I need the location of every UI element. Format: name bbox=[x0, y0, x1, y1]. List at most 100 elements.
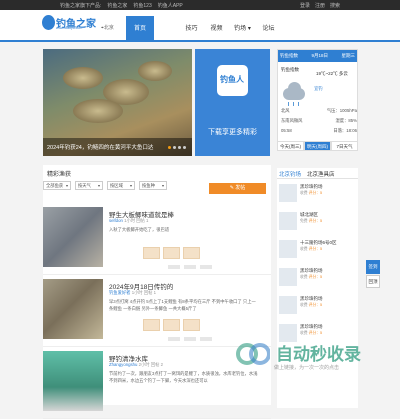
slider-caption[interactable]: 2024年钓获24，钓鲢四的在黄河平大鱼口达 bbox=[47, 143, 153, 151]
slider-dot[interactable] bbox=[168, 146, 171, 149]
post-time: 2小时 bbox=[138, 362, 150, 367]
weather-row-value: 湿度：85% bbox=[335, 118, 358, 123]
post-image[interactable] bbox=[163, 247, 180, 259]
post-item[interactable]: 野生大板鲫味道就是棒 selfdon 1小时 回帖 1 入秋了大板鲫开始吃了，很… bbox=[43, 205, 271, 275]
spot-name[interactable]: 黑珍珠钓场 bbox=[300, 268, 323, 274]
back-to-top-button[interactable]: 回顶 bbox=[366, 275, 380, 288]
watermark: 自动秒收录 做上链接，为一次一次的点击 bbox=[236, 337, 386, 377]
weather-row-key: 05:58 bbox=[281, 128, 292, 133]
post-excerpt: 入秋了大板鲫开始吃了，很巴适 bbox=[109, 227, 170, 232]
spot-name[interactable]: 黑珍珠钓场 bbox=[300, 184, 323, 190]
post-author[interactable]: selfdon bbox=[109, 218, 123, 223]
post-footer bbox=[168, 337, 212, 341]
nav-tips[interactable]: 技巧 bbox=[179, 16, 204, 40]
post-time: 1小时 bbox=[124, 218, 136, 223]
post-thumbnail[interactable] bbox=[43, 351, 103, 411]
post-meta: Zhangyongshu 2小时 回帖 2 bbox=[109, 362, 163, 368]
filter-species-select[interactable]: 按鱼种 bbox=[139, 181, 167, 190]
topbar-link[interactable]: 钓鱼123 bbox=[133, 2, 151, 9]
spot-name[interactable]: 黑珍珠钓场 bbox=[300, 324, 323, 330]
watermark-logo-icon bbox=[236, 343, 270, 365]
spot-name[interactable]: 十三陵钓场6号0区 bbox=[300, 240, 337, 246]
topbar-link[interactable]: 钓鱼人APP bbox=[158, 2, 183, 9]
post-button[interactable]: ✎ 发帖 bbox=[209, 183, 266, 194]
spot-info: 收费 评分：5 bbox=[300, 247, 322, 252]
post-author[interactable]: 钓鱼爱好者 bbox=[109, 290, 130, 295]
tab-city-shops[interactable]: 北京渔具店 bbox=[307, 170, 335, 178]
spot-score: 评分：5 bbox=[308, 331, 323, 335]
post-thumbnail[interactable] bbox=[43, 279, 103, 339]
post-excerpt: 早3点打窝 4点开钓 5点上了1支鲤鱼 有8条平均在三斤 不到中午收口了 只上一… bbox=[109, 299, 256, 311]
post-image[interactable] bbox=[163, 319, 180, 331]
topbar-link[interactable]: 钓鱼之家 bbox=[107, 2, 127, 9]
post-image[interactable] bbox=[183, 319, 200, 331]
spot-score: 评分：5 bbox=[308, 191, 323, 195]
post-time: 1小时 bbox=[131, 290, 143, 295]
city-spot-item[interactable]: 城北湖区 免费 评分：5 bbox=[279, 210, 357, 236]
location-label: 北京 bbox=[103, 25, 114, 31]
post-image[interactable] bbox=[143, 319, 160, 331]
city-spot-item[interactable]: 十三陵钓场6号0区 收费 评分：5 bbox=[279, 238, 357, 264]
login-link[interactable]: 登录 bbox=[300, 2, 310, 9]
post-image[interactable] bbox=[183, 247, 200, 259]
filter-region-select[interactable]: 按区域 bbox=[107, 181, 135, 190]
city-spot-item[interactable]: 黑珍珠钓场 收费 评分：5 bbox=[279, 182, 357, 208]
nav-videos[interactable]: 视频 bbox=[204, 16, 229, 40]
weather-tab-today[interactable]: 今天(周三) bbox=[277, 141, 304, 151]
spot-fee: 免费 bbox=[300, 219, 308, 223]
site-logo[interactable]: 钓鱼之家 www.diaoyu.com bbox=[42, 15, 96, 33]
logo-domain: www.diaoyu.com bbox=[56, 26, 83, 30]
spot-name[interactable]: 黑珍珠钓场 bbox=[300, 296, 323, 302]
post-footer bbox=[168, 265, 212, 269]
city-spot-item[interactable]: 黑珍珠钓场 收费 评分：5 bbox=[279, 294, 357, 320]
spot-info: 收费 评分：5 bbox=[300, 275, 322, 280]
spot-name[interactable]: 城北湖区 bbox=[300, 212, 318, 218]
register-link[interactable]: 注册 bbox=[315, 2, 325, 9]
weather-row: 05:58 日落：18:06 bbox=[281, 128, 357, 134]
spot-score: 评分：5 bbox=[308, 275, 323, 279]
app-download-ad[interactable]: 钓鱼人 下载享更多精彩 bbox=[195, 49, 270, 156]
weather-row: 北风 气压：1005hPa bbox=[281, 108, 357, 114]
post-author[interactable]: Zhangyongshu bbox=[109, 362, 137, 367]
post-button-label: 发帖 bbox=[235, 185, 246, 191]
nav-forum[interactable]: 论坛 bbox=[256, 16, 281, 40]
watermark-text: 自动秒收录 bbox=[276, 345, 361, 364]
slider-dot[interactable] bbox=[178, 146, 181, 149]
weather-tab-tomorrow[interactable]: 明天(周四) bbox=[304, 141, 331, 151]
slider-caption-bar: 2024年钓获24，钓鲢四的在黄河平大鱼口达 bbox=[43, 138, 192, 156]
weather-title: 钓鱼指数 bbox=[280, 53, 298, 58]
post-image[interactable] bbox=[143, 247, 160, 259]
slider-dot[interactable] bbox=[183, 146, 186, 149]
cloud-rain-icon bbox=[283, 80, 308, 108]
spot-score: 评分：5 bbox=[308, 303, 323, 307]
checkin-button[interactable]: 签到 bbox=[366, 260, 380, 274]
city-spot-item[interactable]: 黑珍珠钓场 收费 评分：5 bbox=[279, 266, 357, 292]
spot-score: 评分：5 bbox=[308, 247, 323, 251]
post-thumbnail[interactable] bbox=[43, 207, 103, 267]
weather-row-key: 东南风微风 bbox=[281, 118, 303, 123]
fishing-suitability: 宜钓 bbox=[314, 86, 323, 91]
app-ad-text: 下载享更多精彩 bbox=[208, 129, 257, 136]
nav-home[interactable]: 首页 bbox=[126, 16, 154, 40]
app-icon-text: 钓鱼人 bbox=[220, 75, 244, 84]
spot-info: 收费 评分：5 bbox=[300, 191, 322, 196]
slider-dot[interactable] bbox=[173, 146, 176, 149]
hero-slider[interactable]: 2024年钓获24，钓鲢四的在黄河平大鱼口达 bbox=[43, 49, 192, 156]
weather-tab-7day[interactable]: 7日天气 bbox=[331, 141, 358, 151]
weather-widget: 钓鱼指数 9月18日 星期三 钓鱼指数 19℃~22℃ 多云 宜钓 北风 气压：1… bbox=[277, 49, 358, 149]
section-title: 精彩渔获 bbox=[47, 172, 72, 178]
filter-catch-select[interactable]: 全部鱼获 bbox=[43, 181, 71, 190]
logo-fish-icon bbox=[42, 15, 55, 30]
weather-row-value: 日落：18:06 bbox=[333, 128, 357, 133]
filter-weather-select[interactable]: 按天气 bbox=[75, 181, 103, 190]
spot-fee: 收费 bbox=[300, 303, 308, 307]
watermark-subtext: 做上链接，为一次一次的点击 bbox=[274, 365, 340, 371]
nav-blank[interactable] bbox=[154, 16, 179, 40]
fishing-index-label: 钓鱼指数 bbox=[281, 67, 299, 72]
post-images bbox=[143, 319, 200, 331]
spot-info: 收费 评分：5 bbox=[300, 331, 322, 336]
search-link[interactable]: 搜索 bbox=[330, 2, 340, 9]
nav-spots[interactable]: 钓场 ▾ bbox=[229, 16, 256, 40]
location-selector[interactable]: ⌖北京 bbox=[101, 24, 114, 31]
tab-city-spots[interactable]: 北京钓场 bbox=[279, 170, 301, 178]
